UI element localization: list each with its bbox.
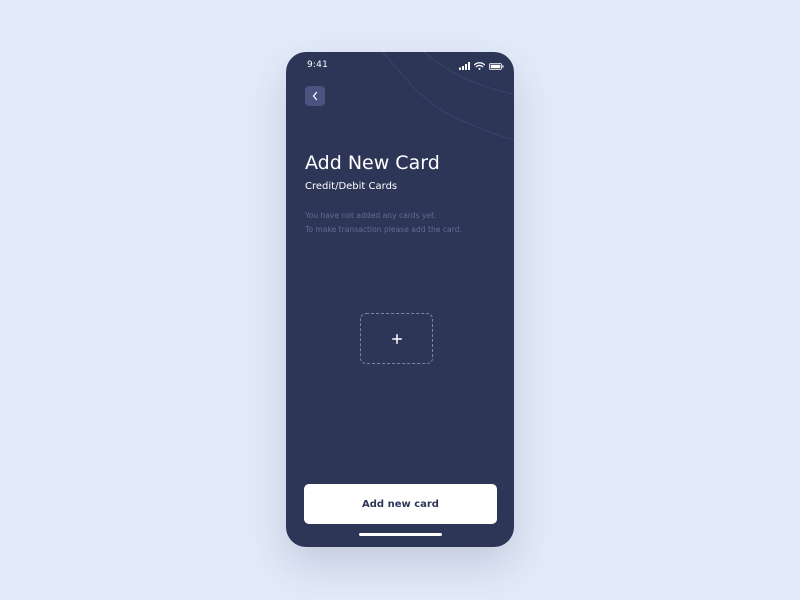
add-new-card-button[interactable]: Add new card [304,484,497,524]
add-card-tile[interactable] [360,313,433,364]
plus-icon [391,333,402,344]
empty-state-hint: To make transaction please add the card. [305,225,462,234]
status-icons [459,61,504,71]
phone-screen: 9:41 Add New Card Credit/Debit Cards You… [286,52,514,547]
home-indicator [359,533,442,536]
signal-icon [459,62,470,70]
page-title: Add New Card [305,152,440,174]
status-bar: 9:41 [286,52,514,80]
page-subtitle: Credit/Debit Cards [305,181,398,192]
empty-state-message: You have not added any cards yet. [305,211,437,220]
status-time: 9:41 [307,60,329,70]
back-button[interactable] [305,86,325,106]
chevron-left-icon [312,91,318,101]
wifi-icon [474,62,485,70]
battery-icon [489,62,504,70]
